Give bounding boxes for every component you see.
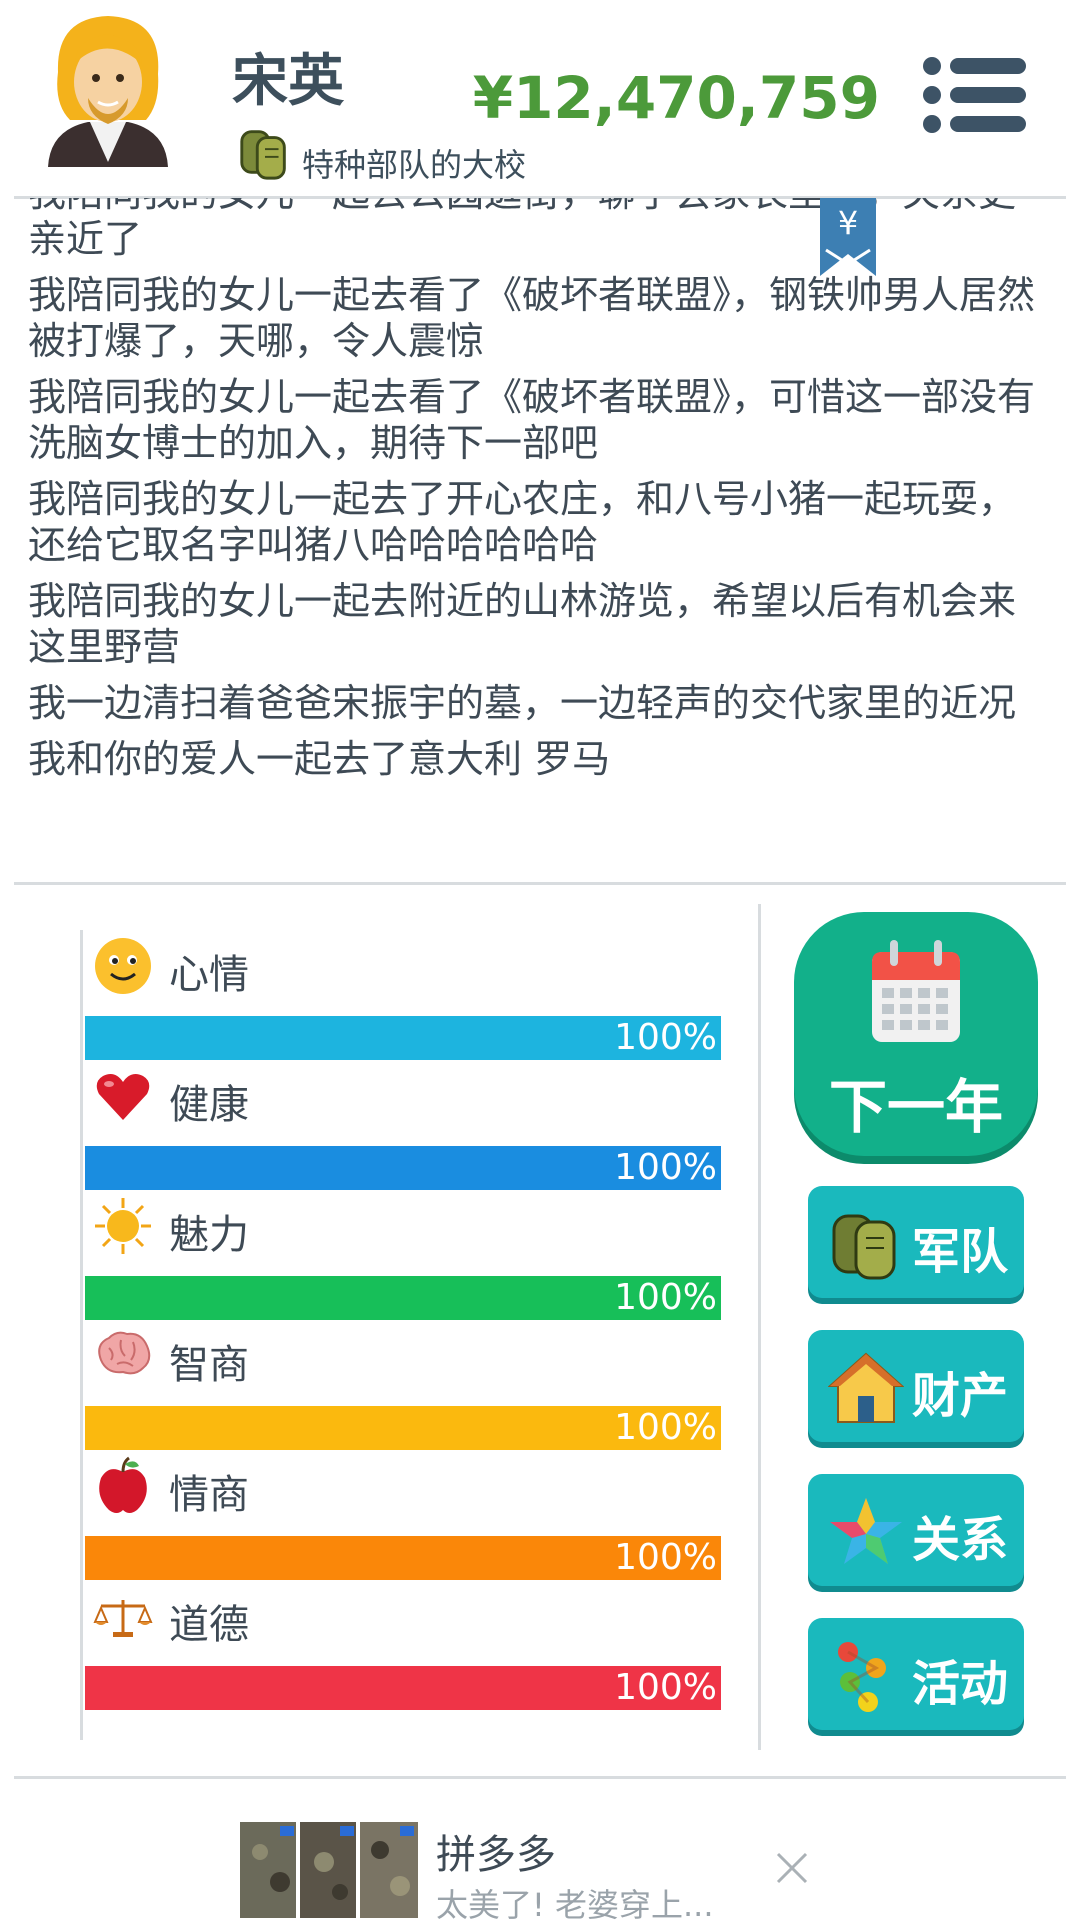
property-button[interactable]: 财产 — [808, 1330, 1024, 1442]
ad-title[interactable]: 拼多多 — [436, 1822, 556, 1880]
relationship-button[interactable]: 关系 — [808, 1474, 1024, 1586]
rank-label: 特种部队的大校 — [302, 146, 527, 184]
stat-health: 健康 100% — [83, 1060, 723, 1190]
player-name: 宋英 — [232, 49, 344, 114]
brain-icon — [98, 1331, 151, 1375]
stat-percent: 100% — [614, 1667, 717, 1708]
army-button[interactable]: 军队 — [808, 1186, 1024, 1298]
next-year-button[interactable]: 下一年 — [794, 912, 1038, 1156]
avatar[interactable] — [38, 12, 178, 177]
stat-label: 道德 — [169, 1602, 249, 1648]
sun-icon — [95, 1198, 151, 1254]
house-icon — [828, 1352, 904, 1423]
stat-morality: 道德 100% — [83, 1580, 723, 1710]
activity-dots-icon — [838, 1642, 886, 1712]
stat-percent: 100% — [614, 1017, 717, 1058]
next-year-label: 下一年 — [828, 1073, 1003, 1141]
svg-text:¥: ¥ — [838, 204, 858, 242]
calendar-icon — [872, 940, 960, 1042]
stat-percent: 100% — [614, 1407, 717, 1448]
dog-tags-icon — [240, 130, 286, 180]
activity-label: 活动 — [912, 1656, 1009, 1712]
log-entry: 我陪同我的女儿一起去看了《破坏者联盟》，可惜这一部没有洗脑女博士的加入，期待下一… — [28, 375, 1036, 465]
stat-bar: 100% — [85, 1146, 721, 1190]
red-apple-icon — [99, 1456, 147, 1513]
star-icon — [830, 1498, 902, 1564]
red-heart-icon — [96, 1074, 150, 1120]
stat-label: 情商 — [169, 1472, 249, 1518]
log-entry: 我陪同我的女儿一起去看了《破坏者联盟》，钢铁帅男人居然被打爆了，天哪，令人震惊 — [28, 273, 1036, 363]
stats-panel: 心情 100% 健康 100% 魅力 100% 智商 100% 情商 100% … — [80, 930, 723, 1740]
stat-bar: 100% — [85, 1016, 721, 1060]
stat-charm: 魅力 100% — [83, 1190, 723, 1320]
army-label: 军队 — [912, 1224, 1009, 1280]
divider — [14, 1776, 1066, 1779]
stat-eq: 情商 100% — [83, 1450, 723, 1580]
activity-button[interactable]: 活动 — [808, 1618, 1024, 1730]
ad-subtitle[interactable]: 太美了! 老婆穿上... — [436, 1880, 714, 1926]
stat-label: 健康 — [169, 1082, 249, 1128]
log-entry: 我陪同我的女儿一起去附近的山林游览，希望以后有机会来这里野营 — [28, 579, 1017, 669]
hamburger-menu-icon[interactable] — [922, 56, 1026, 134]
money-display: ¥12,470,759 — [472, 64, 880, 132]
property-label: 财产 — [912, 1368, 1009, 1424]
yen-bookmark-icon[interactable]: ¥ — [820, 198, 876, 276]
stat-label: 智商 — [169, 1342, 249, 1388]
stat-bar: 100% — [85, 1406, 721, 1450]
stat-label: 心情 — [169, 952, 249, 998]
stat-bar: 100% — [85, 1666, 721, 1710]
relationship-label: 关系 — [912, 1512, 1009, 1568]
log-entry: 我和你的爱人一起去了意大利 罗马 — [28, 737, 611, 781]
top-bar: 宋英 特种部队的大校 ¥12,470,759 — [0, 0, 1080, 198]
balance-scale-icon — [93, 1600, 153, 1637]
close-icon[interactable] — [774, 1850, 810, 1886]
divider — [758, 904, 761, 1750]
stat-mood: 心情 100% — [83, 930, 723, 1060]
log-entry: 我陪同我的女儿一起去公园逛街，聊了会家长里短，关系更亲近了 — [28, 198, 1016, 261]
event-log[interactable]: 我陪同我的女儿一起去公园逛街，聊了会家长里短，关系更亲近了 我陪同我的女儿一起去… — [28, 198, 1052, 838]
stat-percent: 100% — [614, 1277, 717, 1318]
stat-bar: 100% — [85, 1276, 721, 1320]
stat-percent: 100% — [614, 1537, 717, 1578]
stat-percent: 100% — [614, 1147, 717, 1188]
ad-thumbnails[interactable] — [240, 1822, 418, 1918]
smiley-face-icon — [95, 938, 151, 994]
divider — [14, 882, 1066, 885]
log-entry: 我一边清扫着爸爸宋振宇的墓，一边轻声的交代家里的近况 — [28, 681, 1017, 725]
log-entry: 我陪同我的女儿一起去了开心农庄，和八号小猪一起玩耍，还给它取名字叫猪八哈哈哈哈哈… — [28, 477, 1017, 567]
dog-tags-icon — [832, 1214, 896, 1280]
stat-label: 魅力 — [169, 1212, 249, 1258]
stat-bar: 100% — [85, 1536, 721, 1580]
stat-iq: 智商 100% — [83, 1320, 723, 1450]
